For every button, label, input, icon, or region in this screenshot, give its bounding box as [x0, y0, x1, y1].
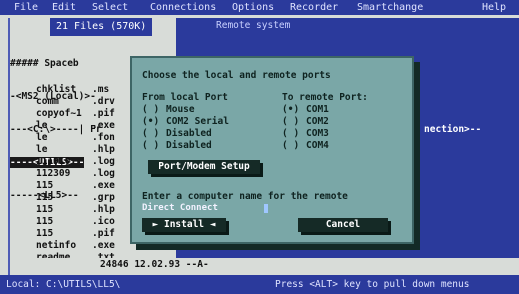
- file-name: le: [36, 132, 48, 143]
- option-label: Mouse: [166, 104, 195, 115]
- file-ext: .pif: [92, 228, 115, 239]
- local-port-option-disabled[interactable]: ( ) Disabled: [142, 128, 212, 140]
- menu-connections[interactable]: Connections: [150, 0, 216, 15]
- remote-port-option-com4[interactable]: ( ) COM4: [282, 140, 329, 152]
- port-modem-setup-button[interactable]: Port/Modem Setup: [148, 160, 260, 174]
- file-name: copyof~1: [36, 108, 82, 119]
- radio-button: ( ): [142, 104, 160, 115]
- current-path: Local: C:\UTILS\LL5\: [6, 279, 121, 290]
- radio-button: ( ): [282, 140, 300, 151]
- file-ext: .hlp: [92, 204, 115, 215]
- file-ext: .pif: [92, 108, 115, 119]
- option-label: COM2 Serial: [166, 116, 229, 127]
- file-name: 112309: [36, 168, 71, 179]
- file-ext: .ms: [92, 84, 110, 95]
- alt-hint: Press <ALT> key to pull down menus: [275, 279, 470, 290]
- file-ext: .log: [92, 168, 115, 179]
- file-name: le: [36, 120, 48, 131]
- file-ext: .drv: [92, 96, 115, 107]
- local-port-option-mouse[interactable]: ( ) Mouse: [142, 104, 195, 116]
- install-button[interactable]: ► Install ◄: [142, 218, 226, 232]
- option-label: COM4: [306, 140, 329, 151]
- remote-panel-title: Remote system: [216, 20, 291, 31]
- option-label: Disabled: [166, 140, 212, 151]
- file-name: chklist: [36, 84, 77, 95]
- radio-button: ( ): [282, 116, 300, 127]
- file-name: le: [36, 144, 48, 155]
- computer-name-value: Direct Connect: [142, 203, 218, 213]
- remote-port-header: To remote Port:: [282, 92, 368, 103]
- file-name: 115: [36, 228, 54, 239]
- local-port-option-disabled[interactable]: ( ) Disabled: [142, 140, 212, 152]
- remote-connection-text: nection>--: [424, 124, 482, 135]
- radio-button: ( ): [142, 140, 160, 151]
- local-port-option-com2[interactable]: (•) COM2 Serial: [142, 116, 229, 128]
- menu-file[interactable]: File: [14, 0, 38, 15]
- port-select-dialog: Choose the local and remote ports From l…: [130, 56, 414, 244]
- file-info-line: 24846 12.02.93 --A-: [26, 258, 516, 272]
- file-ext: .grp: [92, 192, 115, 203]
- file-name: netinfo: [36, 240, 77, 251]
- file-name: 111910: [36, 156, 71, 167]
- menu-edit[interactable]: Edit: [52, 0, 76, 15]
- radio-button: ( ): [282, 128, 300, 139]
- status-bar: Local: C:\UTILS\LL5\ Press <ALT> key to …: [0, 275, 519, 294]
- file-ext: .log: [92, 156, 115, 167]
- computer-name-prompt: Enter a computer name for the remote: [142, 191, 348, 202]
- dialog-title: Choose the local and remote ports: [142, 70, 331, 81]
- radio-button: ( ): [142, 128, 160, 139]
- cancel-button[interactable]: Cancel: [298, 218, 388, 232]
- computer-name-input[interactable]: Direct Connect: [142, 203, 272, 214]
- menu-options[interactable]: Options: [232, 0, 274, 15]
- file-name: comm: [36, 96, 59, 107]
- file-ext: .exe: [92, 180, 115, 191]
- radio-button: (•): [142, 116, 160, 127]
- screen: File Edit Select Connections Options Rec…: [0, 0, 519, 294]
- file-ext: .hlp: [92, 144, 115, 155]
- option-label: COM1: [306, 104, 329, 115]
- menu-smartchange[interactable]: Smartchange: [357, 0, 423, 15]
- remote-port-option-com1[interactable]: (•) COM1: [282, 104, 329, 116]
- file-info: 24846 12.02.93 --A-: [100, 259, 209, 270]
- panel-title: 21 Files (570K): [50, 18, 153, 36]
- option-label: COM3: [306, 128, 329, 139]
- file-ext: .ico: [92, 216, 115, 227]
- local-port-header: From local Port: [142, 92, 228, 103]
- file-name: 115: [36, 204, 54, 215]
- menu-help[interactable]: Help: [482, 0, 506, 15]
- menu-select[interactable]: Select: [92, 0, 128, 15]
- menu-bar: File Edit Select Connections Options Rec…: [0, 0, 519, 15]
- file-name: 115: [36, 192, 54, 203]
- text-cursor: [264, 204, 268, 213]
- menu-recorder[interactable]: Recorder: [290, 0, 338, 15]
- radio-button: (•): [282, 104, 300, 115]
- file-name: 115: [36, 216, 54, 227]
- file-name: 115: [36, 180, 54, 191]
- option-label: COM2: [306, 116, 329, 127]
- file-ext: .fon: [92, 132, 115, 143]
- option-label: Disabled: [166, 128, 212, 139]
- remote-port-option-com2[interactable]: ( ) COM2: [282, 116, 329, 128]
- file-ext: .exe: [92, 240, 115, 251]
- file-ext: .exe: [92, 120, 115, 131]
- remote-port-option-com3[interactable]: ( ) COM3: [282, 128, 329, 140]
